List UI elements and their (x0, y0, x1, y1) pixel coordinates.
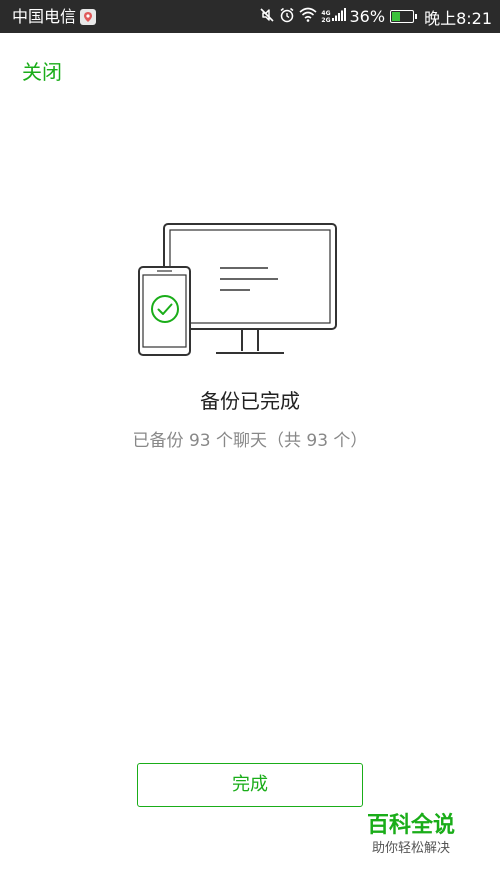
battery-icon (390, 10, 418, 23)
watermark-subtitle: 助你轻松解决 (371, 841, 450, 856)
status-icons: 4G 2G 36% 晚上8:21 (259, 0, 492, 33)
network-type-bottom: 2G (321, 16, 331, 24)
wifi-icon (299, 7, 317, 26)
backup-complete-title: 备份已完成 (200, 389, 300, 413)
alarm-icon (279, 7, 295, 27)
network-type-top: 4G (321, 9, 331, 17)
battery-percent: 36% (349, 7, 386, 26)
battery-level-fill (392, 12, 400, 21)
backup-devices-icon (138, 223, 337, 356)
status-bar: 中国电信 4G 2G 36% 晚上8:21 (0, 0, 500, 33)
signal-icon (331, 7, 346, 26)
backup-summary-text: 已备份 93 个聊天（共 93 个） (132, 431, 368, 451)
done-button[interactable]: 完成 (137, 763, 363, 807)
network-type-indicator: 4G 2G (321, 10, 330, 24)
backup-illustration (138, 222, 340, 362)
mute-icon (259, 7, 275, 27)
watermark-logo: 百科全说 助你轻松解决 (356, 812, 466, 858)
watermark-title: 百科全说 (356, 812, 466, 840)
notification-app-icon (80, 9, 96, 25)
clock-time: 晚上8:21 (424, 8, 492, 28)
close-button[interactable]: 关闭 (22, 58, 62, 86)
carrier-label: 中国电信 (12, 7, 77, 26)
